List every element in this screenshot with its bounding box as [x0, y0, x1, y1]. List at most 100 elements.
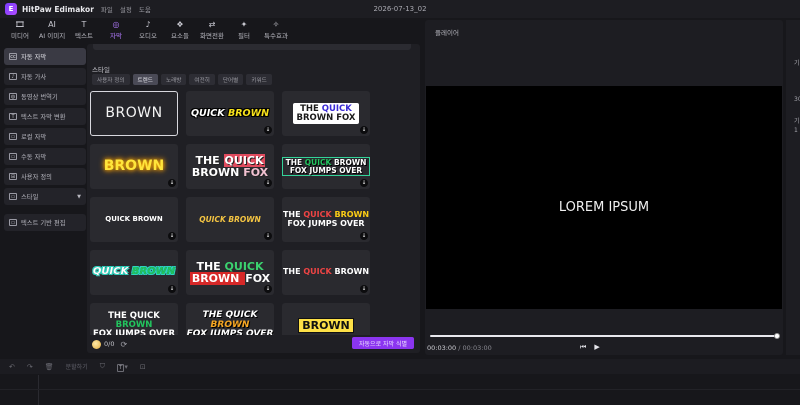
chevron-down-icon: ▼ [77, 193, 81, 200]
style-preset-4[interactable]: BROWN ↓ [90, 144, 178, 189]
style-preset-11[interactable]: THE QUICK BROWN FOX ↓ [186, 250, 274, 295]
cc-icon: cc [9, 53, 17, 60]
coin-icon [92, 339, 101, 349]
redo-icon[interactable]: ↷ [27, 363, 33, 371]
tool-transitions[interactable]: ⇄ 화면전환 [196, 18, 228, 42]
download-icon[interactable]: ↓ [360, 126, 368, 134]
style-tabs: 사용자 정의 트렌드 노래방 여전히 단어별 키워드 [92, 74, 272, 85]
shield-icon[interactable]: ⛉ [100, 362, 105, 371]
download-icon[interactable]: ↓ [168, 179, 176, 187]
tool-ai-image[interactable]: AI AI 이미지 [36, 18, 68, 42]
sidebar-item-auto-lyrics[interactable]: ♪ 자동 가사 [4, 68, 86, 85]
text-convert-icon: T [9, 113, 17, 120]
menu-settings[interactable]: 설정 [120, 4, 132, 14]
text-track-toggle[interactable]: T ▾ [116, 362, 128, 372]
split-label[interactable]: 분할하기 [66, 362, 88, 371]
style-preset-1[interactable]: BROWN [90, 91, 178, 136]
delete-icon[interactable]: 🗑 [45, 363, 54, 371]
track-separator [0, 389, 800, 390]
style-preset-8[interactable]: QUICK BROWN ↓ [186, 197, 274, 242]
play-icon[interactable]: ▶ [594, 343, 599, 352]
download-icon[interactable]: ↓ [360, 285, 368, 293]
undo-icon[interactable]: ↶ [9, 363, 15, 371]
timecode: 00:03:00 / 00:03:00 [427, 344, 492, 352]
sidebar-item-custom[interactable]: ⊞ 사용자 정의 [4, 168, 86, 185]
style-preset-10[interactable]: QUICK BROWN ↓ [90, 250, 178, 295]
sidebar-item-style[interactable]: ▭ 스타일 ▼ [4, 188, 86, 205]
sidebar-item-text-to-subtitle[interactable]: T 텍스트 자막 변환 [4, 108, 86, 125]
download-icon[interactable]: ↓ [264, 179, 272, 187]
style-preset-12[interactable]: THE QUICK BROWN ↓ [282, 250, 370, 295]
translate-icon: ◍ [9, 93, 17, 100]
subtitle-icon: ◎ [112, 20, 120, 29]
tab-word-by-word[interactable]: 단어별 [217, 74, 244, 85]
elements-icon: ❖ [176, 20, 184, 29]
track-header-divider [38, 375, 39, 405]
sidebar-item-manual-subtitle[interactable]: ▭ 수동 자막 [4, 148, 86, 165]
sidebar-item-local-subtitle[interactable]: ▭ 로컬 자막 [4, 128, 86, 145]
tab-custom[interactable]: 사용자 정의 [92, 74, 130, 85]
style-panel-footer: 0/0 ⟳ 자동으로 자막 식별 [87, 335, 420, 353]
total-time: 00:03:00 [462, 344, 492, 352]
tab-trend[interactable]: 트렌드 [132, 74, 158, 85]
download-icon[interactable]: ↓ [168, 232, 176, 240]
subtitle-sidebar: cc 자동 자막 ♪ 자동 가사 ◍ 동영상 번역기 T 텍스트 자막 변환 ▭ 로컬 자… [4, 48, 86, 353]
main-toolbar: 🎞 미디어 AI AI 이미지 T 텍스트 ◎ 자막 ♪ 오디오 ❖ 요소들 ⇄ 화면전환 ✦… [0, 18, 420, 42]
style-section-label: 스타일 [92, 66, 110, 74]
style-preset-grid: BROWN QUICK BROWN ↓ THE QUICK BROWN FOX … [90, 91, 410, 348]
download-icon[interactable]: ↓ [360, 179, 368, 187]
tool-elements[interactable]: ❖ 요소들 [164, 18, 196, 42]
title-bar: E HitPaw Edimakor 파일 설정 도움 2026-07-13_02 [0, 0, 800, 18]
tab-still[interactable]: 여전히 [189, 74, 215, 85]
download-icon[interactable]: ↓ [168, 285, 176, 293]
tool-text[interactable]: T 텍스트 [68, 18, 100, 42]
sidebar-item-video-translator[interactable]: ◍ 동영상 번역기 [4, 88, 86, 105]
auto-identify-subtitle-button[interactable]: 자동으로 자막 식별 [352, 337, 414, 349]
credit-count: 0/0 [104, 340, 115, 348]
transition-icon: ⇄ [208, 20, 216, 29]
caption-preview: LOREM IPSUM [558, 200, 650, 215]
chevron-down-icon: ▾ [124, 362, 128, 371]
download-icon[interactable]: ↓ [264, 126, 272, 134]
media-icon: 🎞 [14, 20, 26, 29]
tool-subtitles[interactable]: ◎ 자막 [100, 18, 132, 42]
style-preset-2[interactable]: QUICK BROWN ↓ [186, 91, 274, 136]
custom-icon: ⊞ [9, 173, 17, 180]
sidebar-item-auto-subtitle[interactable]: cc 자동 자막 [4, 48, 86, 65]
timeline-toolbar: ↶ ↷ 🗑 분할하기 ⛉ T ▾ ⊡ [0, 359, 800, 374]
video-preview[interactable]: LOREM IPSUM [426, 86, 782, 309]
menu-file[interactable]: 파일 [101, 4, 113, 14]
music-note-icon: ♪ [145, 20, 151, 29]
style-preset-5[interactable]: THE QUICK BROWN FOX ↓ [186, 144, 274, 189]
timeline-tracks[interactable] [0, 375, 800, 405]
frame-icon[interactable]: ⊡ [140, 363, 146, 371]
download-icon[interactable]: ↓ [264, 285, 272, 293]
playback-controls: ⏮ ▶ [580, 343, 600, 352]
text-edit-icon: ▭ [9, 219, 17, 226]
tab-keyword[interactable]: 키워드 [246, 74, 272, 85]
previous-frame-icon[interactable]: ⏮ [580, 343, 586, 352]
tool-audio[interactable]: ♪ 오디오 [132, 18, 164, 42]
refresh-icon[interactable]: ⟳ [120, 340, 127, 349]
current-time: 00:03:00 [427, 344, 457, 352]
style-preset-3[interactable]: THE QUICK BROWN FOX ↓ [282, 91, 370, 136]
app-logo-icon: E [5, 3, 17, 15]
style-preset-7[interactable]: QUICK BROWN ↓ [90, 197, 178, 242]
sidebar-item-text-based-edit[interactable]: ▭ 텍스트 기반 편집 [4, 214, 86, 231]
local-file-icon: ▭ [9, 133, 17, 140]
player-title: 플레이어 [435, 29, 459, 37]
tab-karaoke[interactable]: 노래방 [160, 74, 187, 85]
manual-icon: ▭ [9, 153, 17, 160]
tool-effects[interactable]: ✧ 특수효과 [260, 18, 292, 42]
download-icon[interactable]: ↓ [264, 232, 272, 240]
style-panel: 스타일 사용자 정의 트렌드 노래방 여전히 단어별 키워드 BROWN QUI… [87, 44, 420, 353]
style-preset-6[interactable]: THE QUICK BROWN FOX JUMPS OVER ↓ [282, 144, 370, 189]
download-icon[interactable]: ↓ [360, 232, 368, 240]
playback-scrubber[interactable] [430, 333, 780, 339]
panel-scroll-top[interactable] [93, 44, 411, 50]
style-preset-9[interactable]: THE QUICK BROWN FOX JUMPS OVER ↓ [282, 197, 370, 242]
tool-filters[interactable]: ✦ 필터 [228, 18, 260, 42]
tool-media[interactable]: 🎞 미디어 [4, 18, 36, 42]
scrubber-handle[interactable] [774, 333, 780, 339]
menu-help[interactable]: 도움 [139, 4, 151, 14]
